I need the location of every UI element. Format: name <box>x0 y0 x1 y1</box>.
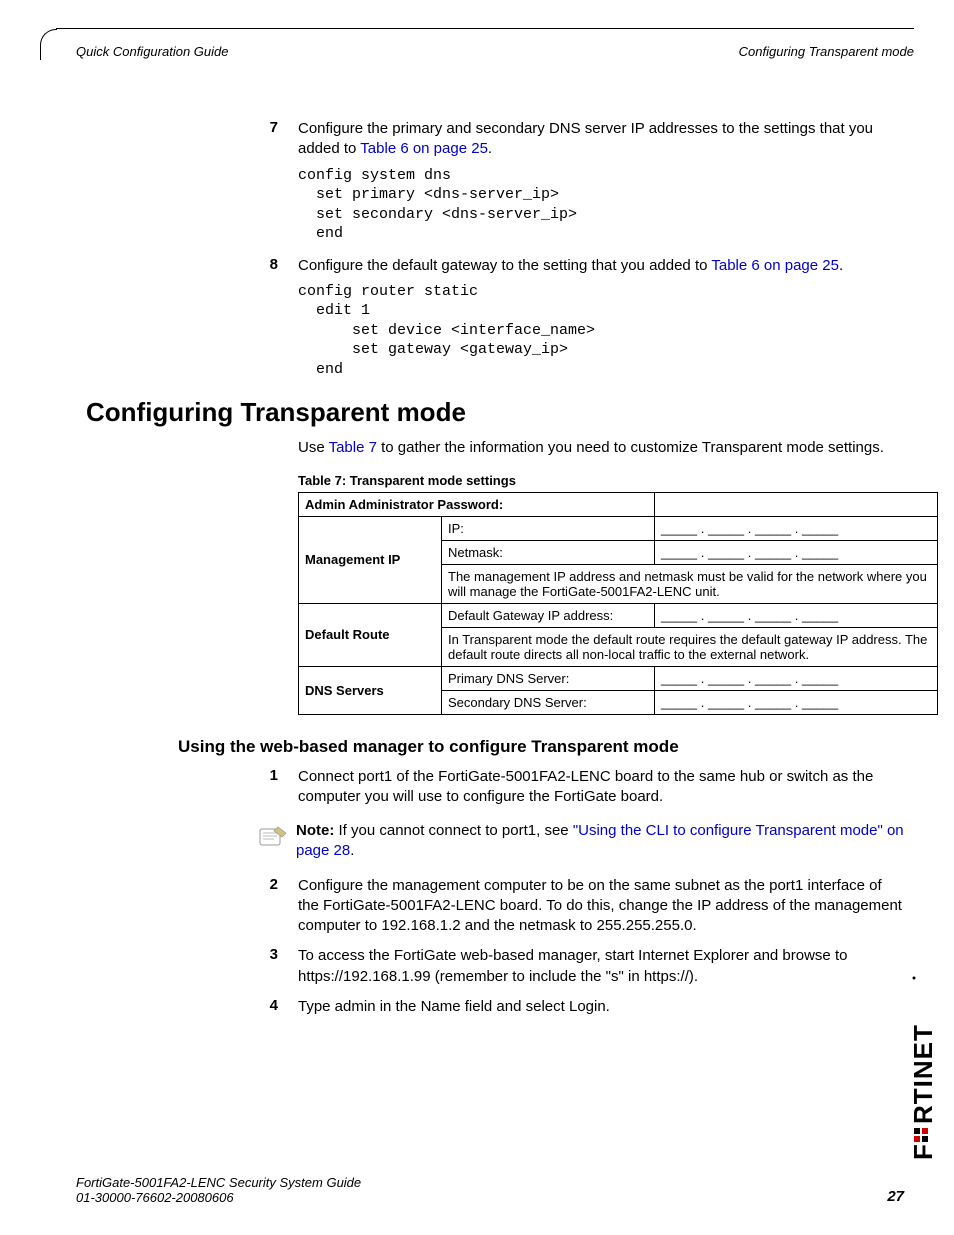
settings-table: Admin Administrator Password: Management… <box>298 492 938 715</box>
secondary-dns-field: _____ . _____ . _____ . _____ <box>655 690 938 714</box>
table-caption: Table 7: Transparent mode settings <box>298 473 904 488</box>
note-label: Note: <box>296 822 334 839</box>
svg-text:RTINET: RTINET <box>910 1024 936 1124</box>
ip-label: IP: <box>442 516 655 540</box>
step-number: 2 <box>86 876 298 937</box>
note-block: Note: If you cannot connect to port1, se… <box>256 821 904 862</box>
step-text: Configure the management computer to be … <box>298 876 904 937</box>
default-route-note: In Transparent mode the default route re… <box>442 627 938 666</box>
link-table7[interactable]: Table 7 <box>329 439 377 456</box>
header-left: Quick Configuration Guide <box>76 44 228 59</box>
section-intro: Use Table 7 to gather the information yo… <box>298 438 904 458</box>
header-right: Configuring Transparent mode <box>739 44 914 59</box>
step-7: 7 Configure the primary and secondary DN… <box>86 119 904 160</box>
management-ip-note: The management IP address and netmask mu… <box>442 564 938 603</box>
step-text: Connect port1 of the FortiGate-5001FA2-L… <box>298 767 904 808</box>
step-number: 7 <box>86 119 298 160</box>
step-d2: 2 Configure the management computer to b… <box>86 876 904 937</box>
admin-password-label: Admin Administrator Password: <box>299 492 655 516</box>
gateway-field: _____ . _____ . _____ . _____ <box>655 603 938 627</box>
step-text: Configure the primary and secondary DNS … <box>298 119 904 160</box>
link-table6-a[interactable]: Table 6 on page 25 <box>360 140 488 157</box>
step-number: 3 <box>86 946 298 987</box>
primary-dns-label: Primary DNS Server: <box>442 666 655 690</box>
section-heading: Configuring Transparent mode <box>86 397 904 428</box>
subsection-heading: Using the web-based manager to configure… <box>178 737 904 757</box>
netmask-label: Netmask: <box>442 540 655 564</box>
primary-dns-field: _____ . _____ . _____ . _____ <box>655 666 938 690</box>
step-d4: 4 Type admin in the Name field and selec… <box>86 997 904 1017</box>
default-route-head: Default Route <box>299 603 442 666</box>
fortinet-logo: F RTINET <box>910 970 936 1165</box>
step-c1: 1 Connect port1 of the FortiGate-5001FA2… <box>86 767 904 808</box>
code-block-dns: config system dns set primary <dns-serve… <box>298 166 904 244</box>
step-d3: 3 To access the FortiGate web-based mana… <box>86 946 904 987</box>
link-table6-b[interactable]: Table 6 on page 25 <box>711 257 839 274</box>
dns-servers-head: DNS Servers <box>299 666 442 714</box>
step-text: Configure the default gateway to the set… <box>298 256 843 276</box>
ip-field: _____ . _____ . _____ . _____ <box>655 516 938 540</box>
secondary-dns-label: Secondary DNS Server: <box>442 690 655 714</box>
footer-left: FortiGate-5001FA2-LENC Security System G… <box>76 1175 361 1205</box>
page-number: 27 <box>887 1188 904 1205</box>
step-number: 4 <box>86 997 298 1017</box>
step-8: 8 Configure the default gateway to the s… <box>86 256 904 276</box>
admin-password-field <box>655 492 938 516</box>
svg-text:F: F <box>910 1143 936 1160</box>
step-text: To access the FortiGate web-based manage… <box>298 946 904 987</box>
note-icon <box>256 821 296 856</box>
step-number: 1 <box>86 767 298 808</box>
management-ip-head: Management IP <box>299 516 442 603</box>
step-text: Type admin in the Name field and select … <box>298 997 610 1017</box>
code-block-router: config router static edit 1 set device <… <box>298 282 904 380</box>
gateway-label: Default Gateway IP address: <box>442 603 655 627</box>
netmask-field: _____ . _____ . _____ . _____ <box>655 540 938 564</box>
step-number: 8 <box>86 256 298 276</box>
